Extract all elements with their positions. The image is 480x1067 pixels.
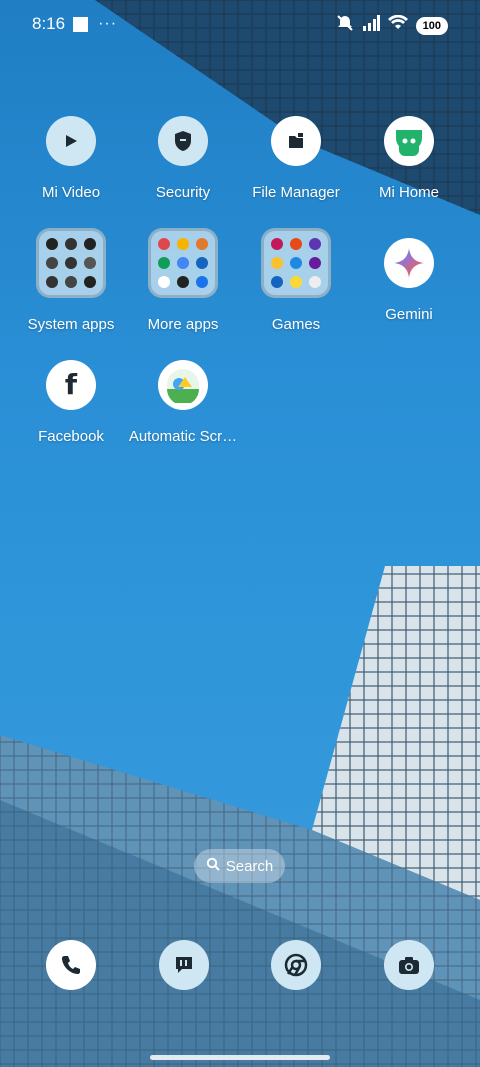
play-icon: [46, 116, 96, 166]
app-label: Security: [155, 184, 211, 201]
wifi-icon: [387, 14, 408, 36]
folder-more-apps-icon: [148, 228, 218, 298]
app-label: Games: [271, 316, 321, 333]
folder-icon: [271, 116, 321, 166]
app-automatic-screen[interactable]: Automatic Scr…: [123, 360, 243, 445]
automatic-screen-icon: [158, 360, 208, 410]
camera-icon[interactable]: [384, 940, 434, 990]
app-label: Facebook: [38, 428, 104, 445]
folder-system-apps-icon: [36, 228, 106, 298]
status-time: 8:16: [32, 14, 66, 33]
app-mi-home[interactable]: Mi Home: [349, 116, 469, 201]
app-label: Gemini: [385, 306, 433, 323]
app-facebook[interactable]: f Facebook: [11, 360, 131, 445]
app-mi-video[interactable]: Mi Video: [11, 116, 131, 201]
app-label: System apps: [27, 316, 115, 333]
app-label: More apps: [147, 316, 219, 333]
search-label: Search: [225, 857, 274, 875]
mi-home-icon: [384, 116, 434, 166]
more-notifications-indicator: ···: [98, 15, 118, 32]
facebook-icon: f: [46, 360, 96, 410]
app-label: Mi Video: [41, 184, 101, 201]
gesture-home-bar[interactable]: [150, 1055, 330, 1060]
signal-icon: [362, 15, 380, 36]
search-icon: [206, 857, 220, 875]
messages-icon[interactable]: [159, 940, 209, 990]
mute-vibrate-icon: [336, 14, 354, 37]
folder-games-icon: [261, 228, 331, 298]
folder-games[interactable]: Games: [236, 228, 356, 333]
search-bar[interactable]: Search: [194, 849, 285, 883]
app-security[interactable]: Security: [123, 116, 243, 201]
battery-indicator: 100: [415, 16, 448, 35]
chrome-icon[interactable]: [271, 940, 321, 990]
app-label: Mi Home: [378, 184, 439, 201]
gemini-icon: [384, 238, 434, 288]
shield-icon: [158, 116, 208, 166]
notification-icon: [73, 16, 89, 32]
status-bar: 8:16 ··· 100: [0, 0, 480, 50]
folder-system-apps[interactable]: System apps: [11, 228, 131, 333]
folder-more-apps[interactable]: More apps: [123, 228, 243, 333]
app-label: Automatic Scr…: [128, 428, 238, 445]
app-label: File Manager: [252, 184, 340, 201]
app-gemini[interactable]: Gemini: [349, 238, 469, 323]
app-file-manager[interactable]: File Manager: [236, 116, 356, 201]
phone-icon[interactable]: [46, 940, 96, 990]
